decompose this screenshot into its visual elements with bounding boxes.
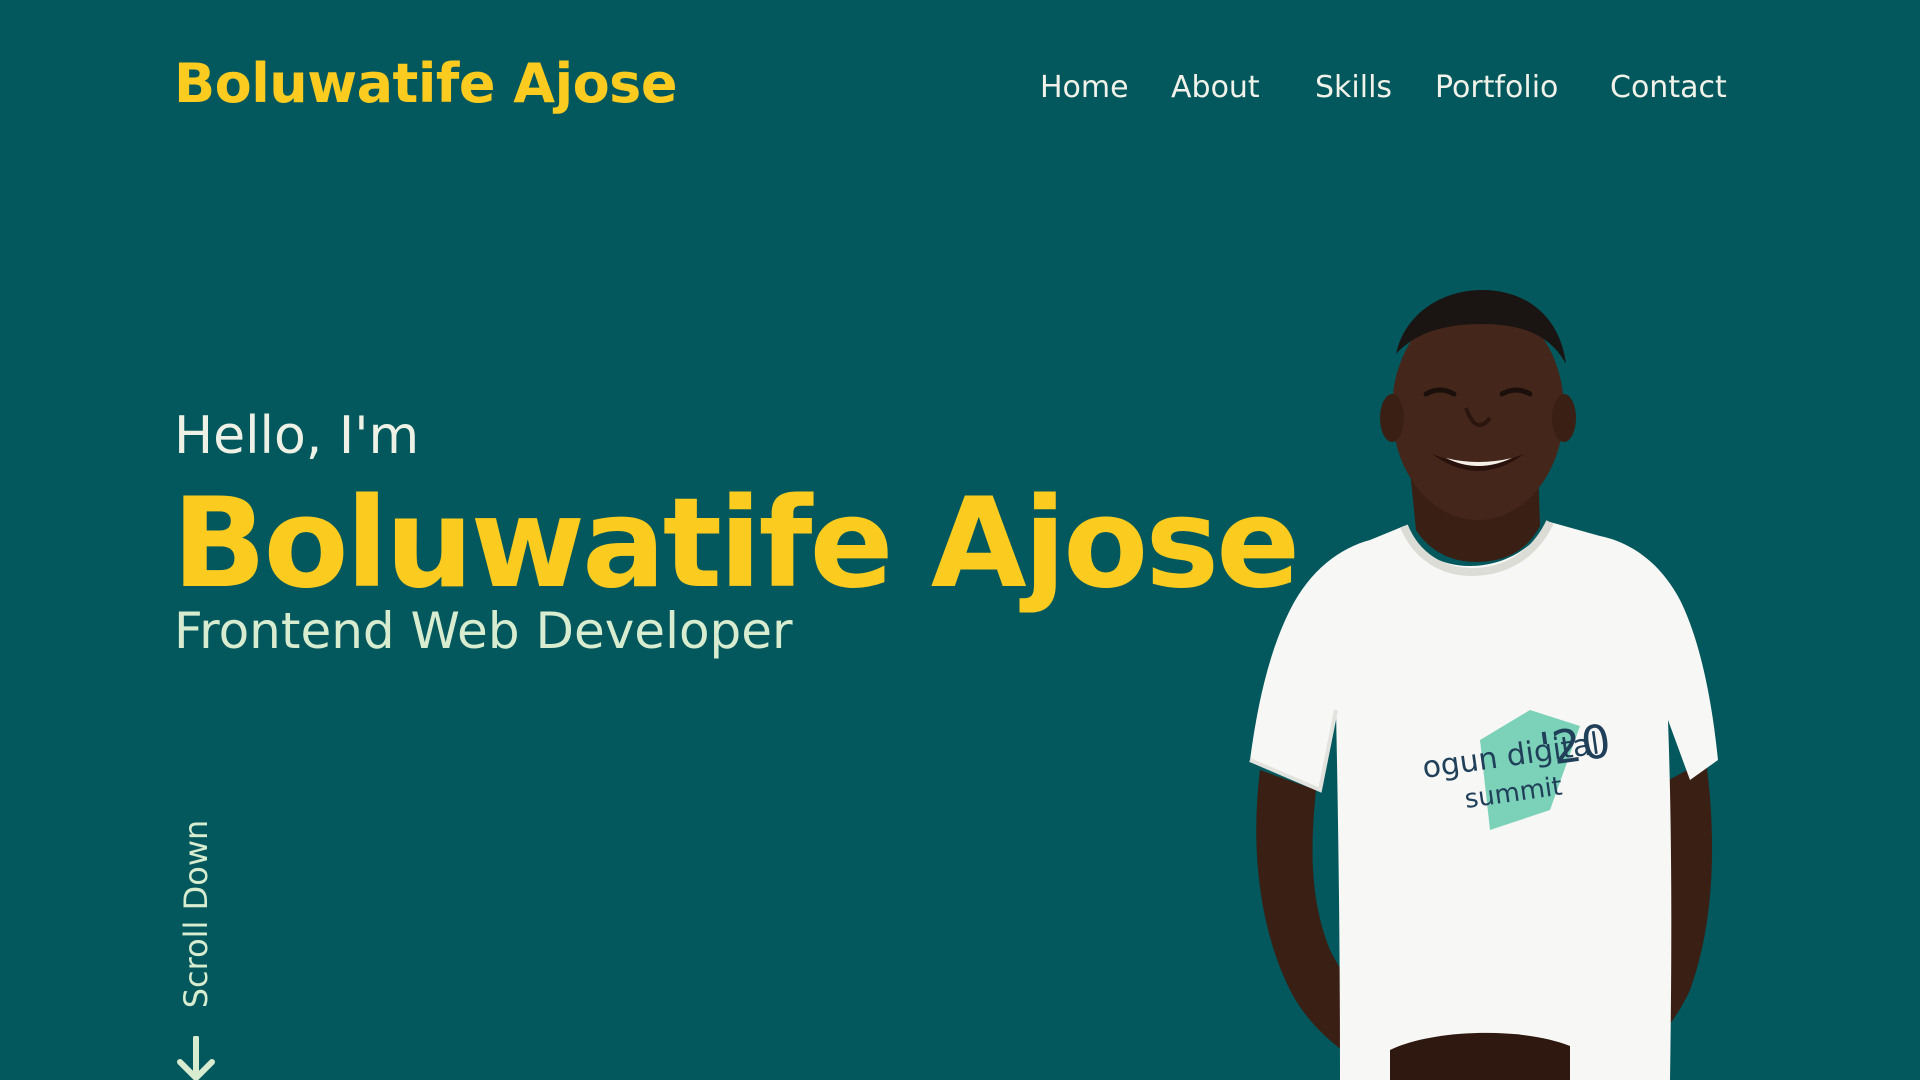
nav-link-home[interactable]: Home <box>1040 70 1129 105</box>
hero-page: Boluwatife Ajose Home About Skills Portf… <box>0 0 1920 1080</box>
nav-link-skills[interactable]: Skills <box>1315 70 1392 105</box>
scroll-down-link[interactable]: Scroll Down <box>168 810 224 1080</box>
hero-name: Boluwatife Ajose <box>172 472 1300 616</box>
site-logo-text[interactable]: Boluwatife Ajose <box>174 52 677 115</box>
profile-photo: ogun digital summit '20 <box>1249 290 1718 1080</box>
scroll-down-label: Scroll Down <box>177 819 215 1009</box>
nav-link-portfolio[interactable]: Portfolio <box>1435 70 1558 105</box>
hero-greeting: Hello, I'm <box>174 406 420 466</box>
main-nav: Home About Skills Portfolio Contact <box>1040 70 1740 114</box>
shirt-text-year: '20 <box>1536 714 1614 777</box>
nav-link-contact[interactable]: Contact <box>1610 70 1727 105</box>
arrow-down-icon <box>177 1036 215 1080</box>
hero-role: Frontend Web Developer <box>174 602 793 660</box>
nav-link-about[interactable]: About <box>1171 70 1260 105</box>
